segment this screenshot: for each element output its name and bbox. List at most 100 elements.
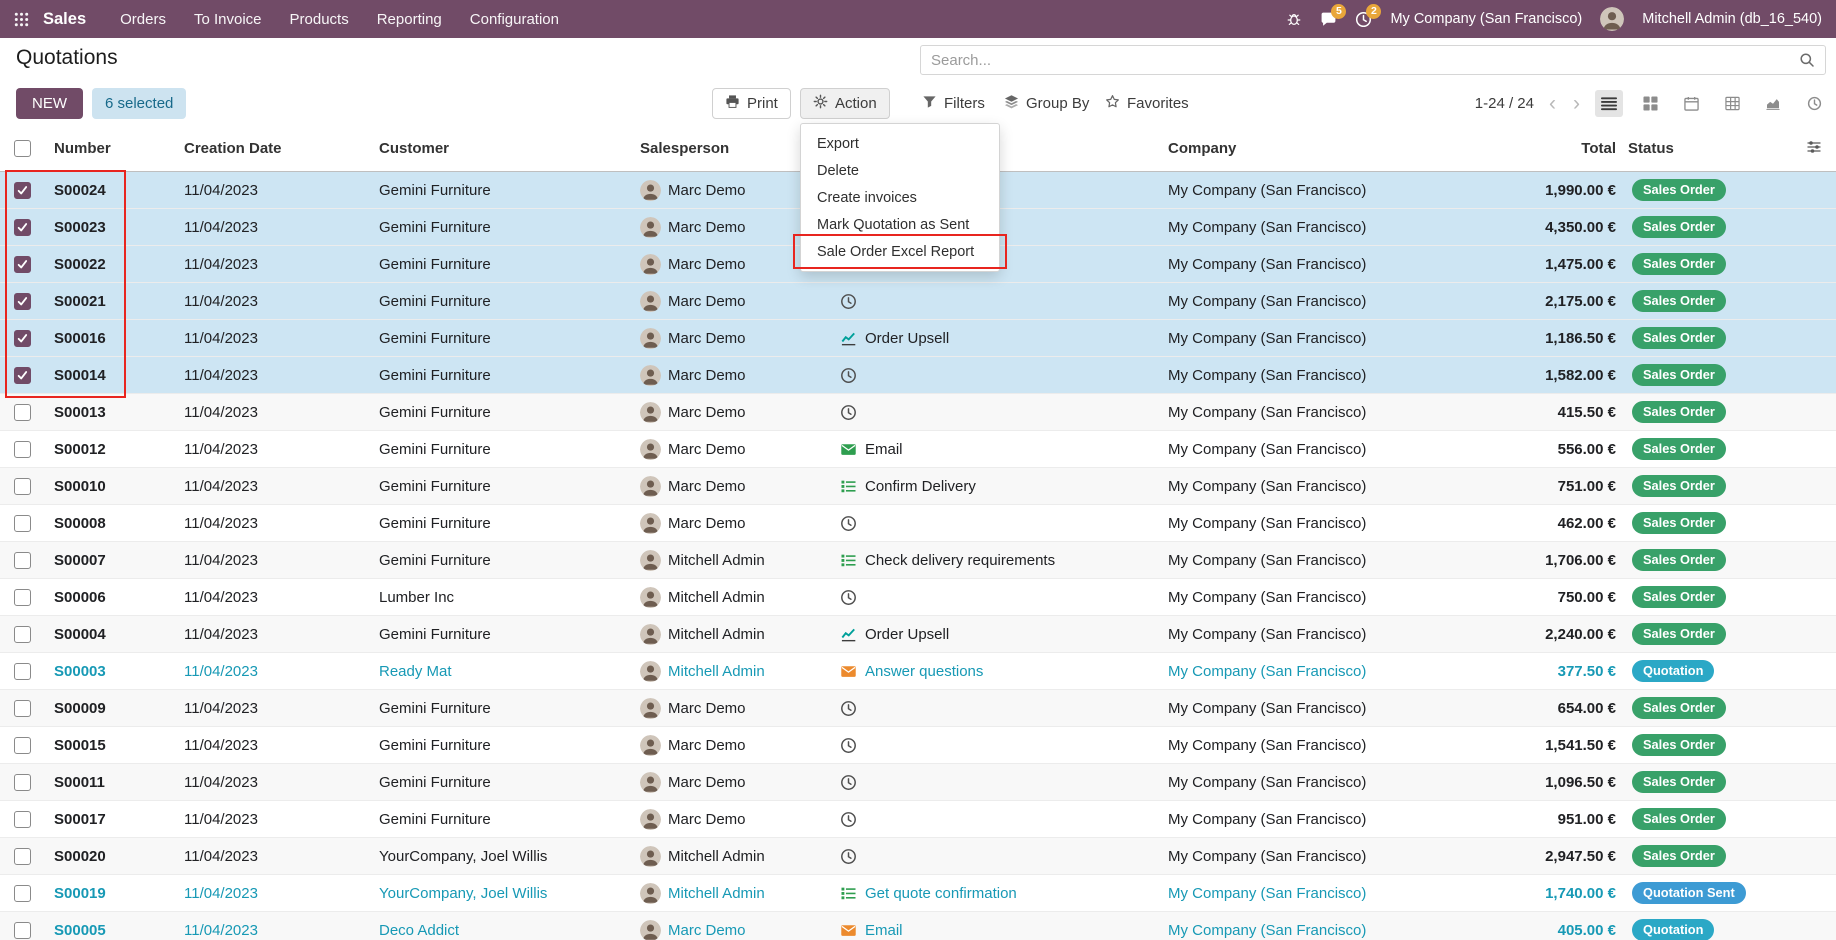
table-row-s00016[interactable]: S0001611/04/2023Gemini FurnitureMarc Dem… bbox=[0, 320, 1836, 357]
activity-cell[interactable]: Confirm Delivery bbox=[834, 468, 1162, 504]
activity-cell[interactable] bbox=[834, 394, 1162, 430]
clock-activity-icon[interactable] bbox=[840, 811, 857, 828]
action-menu-item-mark-quotation-as-sent[interactable]: Mark Quotation as Sent bbox=[801, 211, 999, 238]
favorites-button[interactable]: Favorites bbox=[1105, 88, 1189, 119]
row-checkbox[interactable] bbox=[14, 737, 31, 754]
select-all-checkbox[interactable] bbox=[14, 140, 31, 157]
row-checkbox[interactable] bbox=[14, 885, 31, 902]
chart-activity-icon[interactable] bbox=[840, 626, 857, 643]
view-list-icon[interactable] bbox=[1595, 90, 1623, 117]
column-header-creation-date[interactable]: Creation Date bbox=[178, 126, 373, 171]
column-header-total[interactable]: Total bbox=[1462, 126, 1622, 171]
table-row-s00017[interactable]: S0001711/04/2023Gemini FurnitureMarc Dem… bbox=[0, 801, 1836, 838]
clock-activity-icon[interactable] bbox=[840, 774, 857, 791]
activity-cell[interactable] bbox=[834, 764, 1162, 800]
activity-cell[interactable] bbox=[834, 283, 1162, 319]
clock-activity-icon[interactable] bbox=[840, 367, 857, 384]
group-by-button[interactable]: Group By bbox=[1004, 88, 1089, 119]
envelope-activity-icon[interactable] bbox=[840, 922, 857, 939]
row-checkbox[interactable] bbox=[14, 515, 31, 532]
action-menu-item-create-invoices[interactable]: Create invoices bbox=[801, 184, 999, 211]
activity-cell[interactable]: Get quote confirmation bbox=[834, 875, 1162, 911]
clock-activity-icon[interactable] bbox=[840, 848, 857, 865]
new-button[interactable]: NEW bbox=[16, 88, 83, 119]
row-checkbox[interactable] bbox=[14, 700, 31, 717]
activity-cell[interactable] bbox=[834, 357, 1162, 393]
nav-menu-orders[interactable]: Orders bbox=[120, 11, 166, 28]
row-checkbox[interactable] bbox=[14, 404, 31, 421]
table-row-s00015[interactable]: S0001511/04/2023Gemini FurnitureMarc Dem… bbox=[0, 727, 1836, 764]
tasks-activity-icon[interactable] bbox=[840, 885, 857, 902]
app-name[interactable]: Sales bbox=[43, 10, 86, 29]
row-checkbox[interactable] bbox=[14, 478, 31, 495]
clock-activity-icon[interactable] bbox=[840, 700, 857, 717]
row-checkbox[interactable] bbox=[14, 256, 31, 273]
activity-cell[interactable] bbox=[834, 579, 1162, 615]
table-row-s00003[interactable]: S0000311/04/2023Ready MatMitchell AdminA… bbox=[0, 653, 1836, 690]
activities-icon[interactable]: 2 bbox=[1355, 11, 1372, 28]
clock-activity-icon[interactable] bbox=[840, 589, 857, 606]
print-button[interactable]: Print bbox=[712, 88, 791, 119]
activity-cell[interactable]: Email bbox=[834, 431, 1162, 467]
search-input[interactable] bbox=[921, 52, 1799, 69]
filters-button[interactable]: Filters bbox=[922, 88, 985, 119]
messages-icon[interactable]: 5 bbox=[1320, 11, 1337, 28]
activity-cell[interactable] bbox=[834, 727, 1162, 763]
table-row-s00014[interactable]: S0001411/04/2023Gemini FurnitureMarc Dem… bbox=[0, 357, 1836, 394]
activity-cell[interactable]: Answer questions bbox=[834, 653, 1162, 689]
table-row-s00013[interactable]: S0001311/04/2023Gemini FurnitureMarc Dem… bbox=[0, 394, 1836, 431]
activity-cell[interactable] bbox=[834, 801, 1162, 837]
activity-cell[interactable] bbox=[834, 838, 1162, 874]
table-row-s00007[interactable]: S0000711/04/2023Gemini FurnitureMitchell… bbox=[0, 542, 1836, 579]
chart-activity-icon[interactable] bbox=[840, 330, 857, 347]
activity-cell[interactable]: Order Upsell bbox=[834, 616, 1162, 652]
nav-menu-to-invoice[interactable]: To Invoice bbox=[194, 11, 262, 28]
pager-next-icon[interactable]: › bbox=[1571, 93, 1582, 114]
row-checkbox[interactable] bbox=[14, 219, 31, 236]
row-checkbox[interactable] bbox=[14, 922, 31, 939]
column-header-company[interactable]: Company bbox=[1162, 126, 1462, 171]
row-checkbox[interactable] bbox=[14, 626, 31, 643]
row-checkbox[interactable] bbox=[14, 589, 31, 606]
envelope-activity-icon[interactable] bbox=[840, 663, 857, 680]
view-pivot-icon[interactable] bbox=[1718, 90, 1746, 117]
nav-menu-reporting[interactable]: Reporting bbox=[377, 11, 442, 28]
clock-activity-icon[interactable] bbox=[840, 293, 857, 310]
clock-activity-icon[interactable] bbox=[840, 404, 857, 421]
table-row-s00005[interactable]: S0000511/04/2023Deco AddictMarc DemoEmai… bbox=[0, 912, 1836, 940]
row-checkbox[interactable] bbox=[14, 293, 31, 310]
view-graph-icon[interactable] bbox=[1759, 90, 1787, 117]
tasks-activity-icon[interactable] bbox=[840, 478, 857, 495]
column-header-status[interactable]: Status bbox=[1622, 126, 1752, 171]
apps-grid-icon[interactable] bbox=[14, 12, 29, 27]
nav-menu-configuration[interactable]: Configuration bbox=[470, 11, 559, 28]
activity-cell[interactable]: Check delivery requirements bbox=[834, 542, 1162, 578]
table-row-s00011[interactable]: S0001111/04/2023Gemini FurnitureMarc Dem… bbox=[0, 764, 1836, 801]
clock-activity-icon[interactable] bbox=[840, 737, 857, 754]
table-row-s00020[interactable]: S0002011/04/2023YourCompany, Joel Willis… bbox=[0, 838, 1836, 875]
row-checkbox[interactable] bbox=[14, 441, 31, 458]
table-row-s00006[interactable]: S0000611/04/2023Lumber IncMitchell Admin… bbox=[0, 579, 1836, 616]
company-switcher[interactable]: My Company (San Francisco) bbox=[1390, 11, 1582, 27]
activity-cell[interactable]: Order Upsell bbox=[834, 320, 1162, 356]
row-checkbox[interactable] bbox=[14, 367, 31, 384]
user-menu[interactable]: Mitchell Admin (db_16_540) bbox=[1642, 11, 1822, 27]
table-row-s00009[interactable]: S0000911/04/2023Gemini FurnitureMarc Dem… bbox=[0, 690, 1836, 727]
action-button[interactable]: Action bbox=[800, 88, 890, 119]
pager-previous-icon[interactable]: ‹ bbox=[1547, 93, 1558, 114]
user-avatar[interactable] bbox=[1600, 7, 1624, 31]
nav-menu-products[interactable]: Products bbox=[290, 11, 349, 28]
view-kanban-icon[interactable] bbox=[1636, 90, 1664, 117]
table-row-s00004[interactable]: S0000411/04/2023Gemini FurnitureMitchell… bbox=[0, 616, 1836, 653]
table-row-s00019[interactable]: S0001911/04/2023YourCompany, Joel Willis… bbox=[0, 875, 1836, 912]
row-checkbox[interactable] bbox=[14, 182, 31, 199]
optional-columns-icon[interactable] bbox=[1806, 139, 1822, 159]
row-checkbox[interactable] bbox=[14, 663, 31, 680]
row-checkbox[interactable] bbox=[14, 774, 31, 791]
clock-activity-icon[interactable] bbox=[840, 515, 857, 532]
view-activity-icon[interactable] bbox=[1800, 90, 1828, 117]
table-row-s00008[interactable]: S0000811/04/2023Gemini FurnitureMarc Dem… bbox=[0, 505, 1836, 542]
row-checkbox[interactable] bbox=[14, 330, 31, 347]
activity-cell[interactable]: Email bbox=[834, 912, 1162, 940]
action-menu-item-delete[interactable]: Delete bbox=[801, 157, 999, 184]
